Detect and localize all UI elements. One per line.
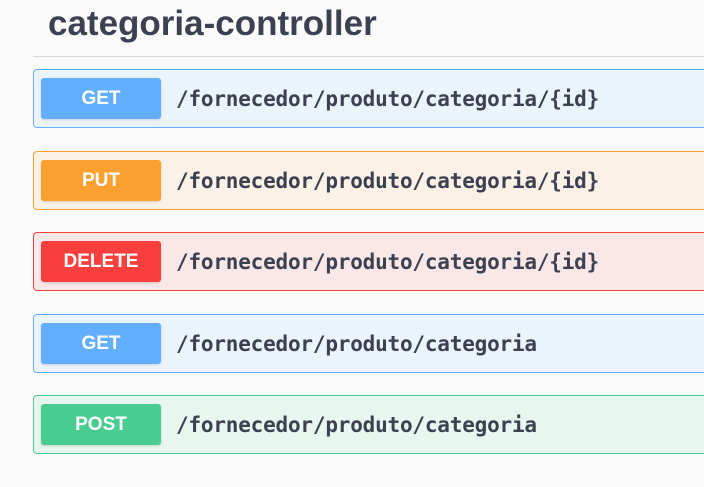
endpoint-path: /fornecedor/produto/categoria/{id} (176, 249, 600, 274)
endpoint-path: /fornecedor/produto/categoria (176, 331, 537, 356)
section-divider (33, 56, 704, 57)
section-title[interactable]: categoria-controller (48, 2, 377, 46)
operation-put-categoria-by-id[interactable]: PUT /fornecedor/produto/categoria/{id} (33, 151, 704, 210)
operation-get-categoria-by-id[interactable]: GET /fornecedor/produto/categoria/{id} (33, 69, 704, 128)
method-badge: GET (41, 78, 161, 119)
operation-post-categoria[interactable]: POST /fornecedor/produto/categoria (33, 395, 704, 454)
method-badge: POST (41, 404, 161, 445)
endpoint-path: /fornecedor/produto/categoria/{id} (176, 168, 600, 193)
operation-get-categoria-list[interactable]: GET /fornecedor/produto/categoria (33, 314, 704, 373)
swagger-page: categoria-controller GET /fornecedor/pro… (0, 0, 704, 487)
operation-delete-categoria-by-id[interactable]: DELETE /fornecedor/produto/categoria/{id… (33, 232, 704, 291)
method-badge: DELETE (41, 241, 161, 282)
endpoint-path: /fornecedor/produto/categoria (176, 412, 537, 437)
method-badge: PUT (41, 160, 161, 201)
endpoint-path: /fornecedor/produto/categoria/{id} (176, 86, 600, 111)
method-badge: GET (41, 323, 161, 364)
